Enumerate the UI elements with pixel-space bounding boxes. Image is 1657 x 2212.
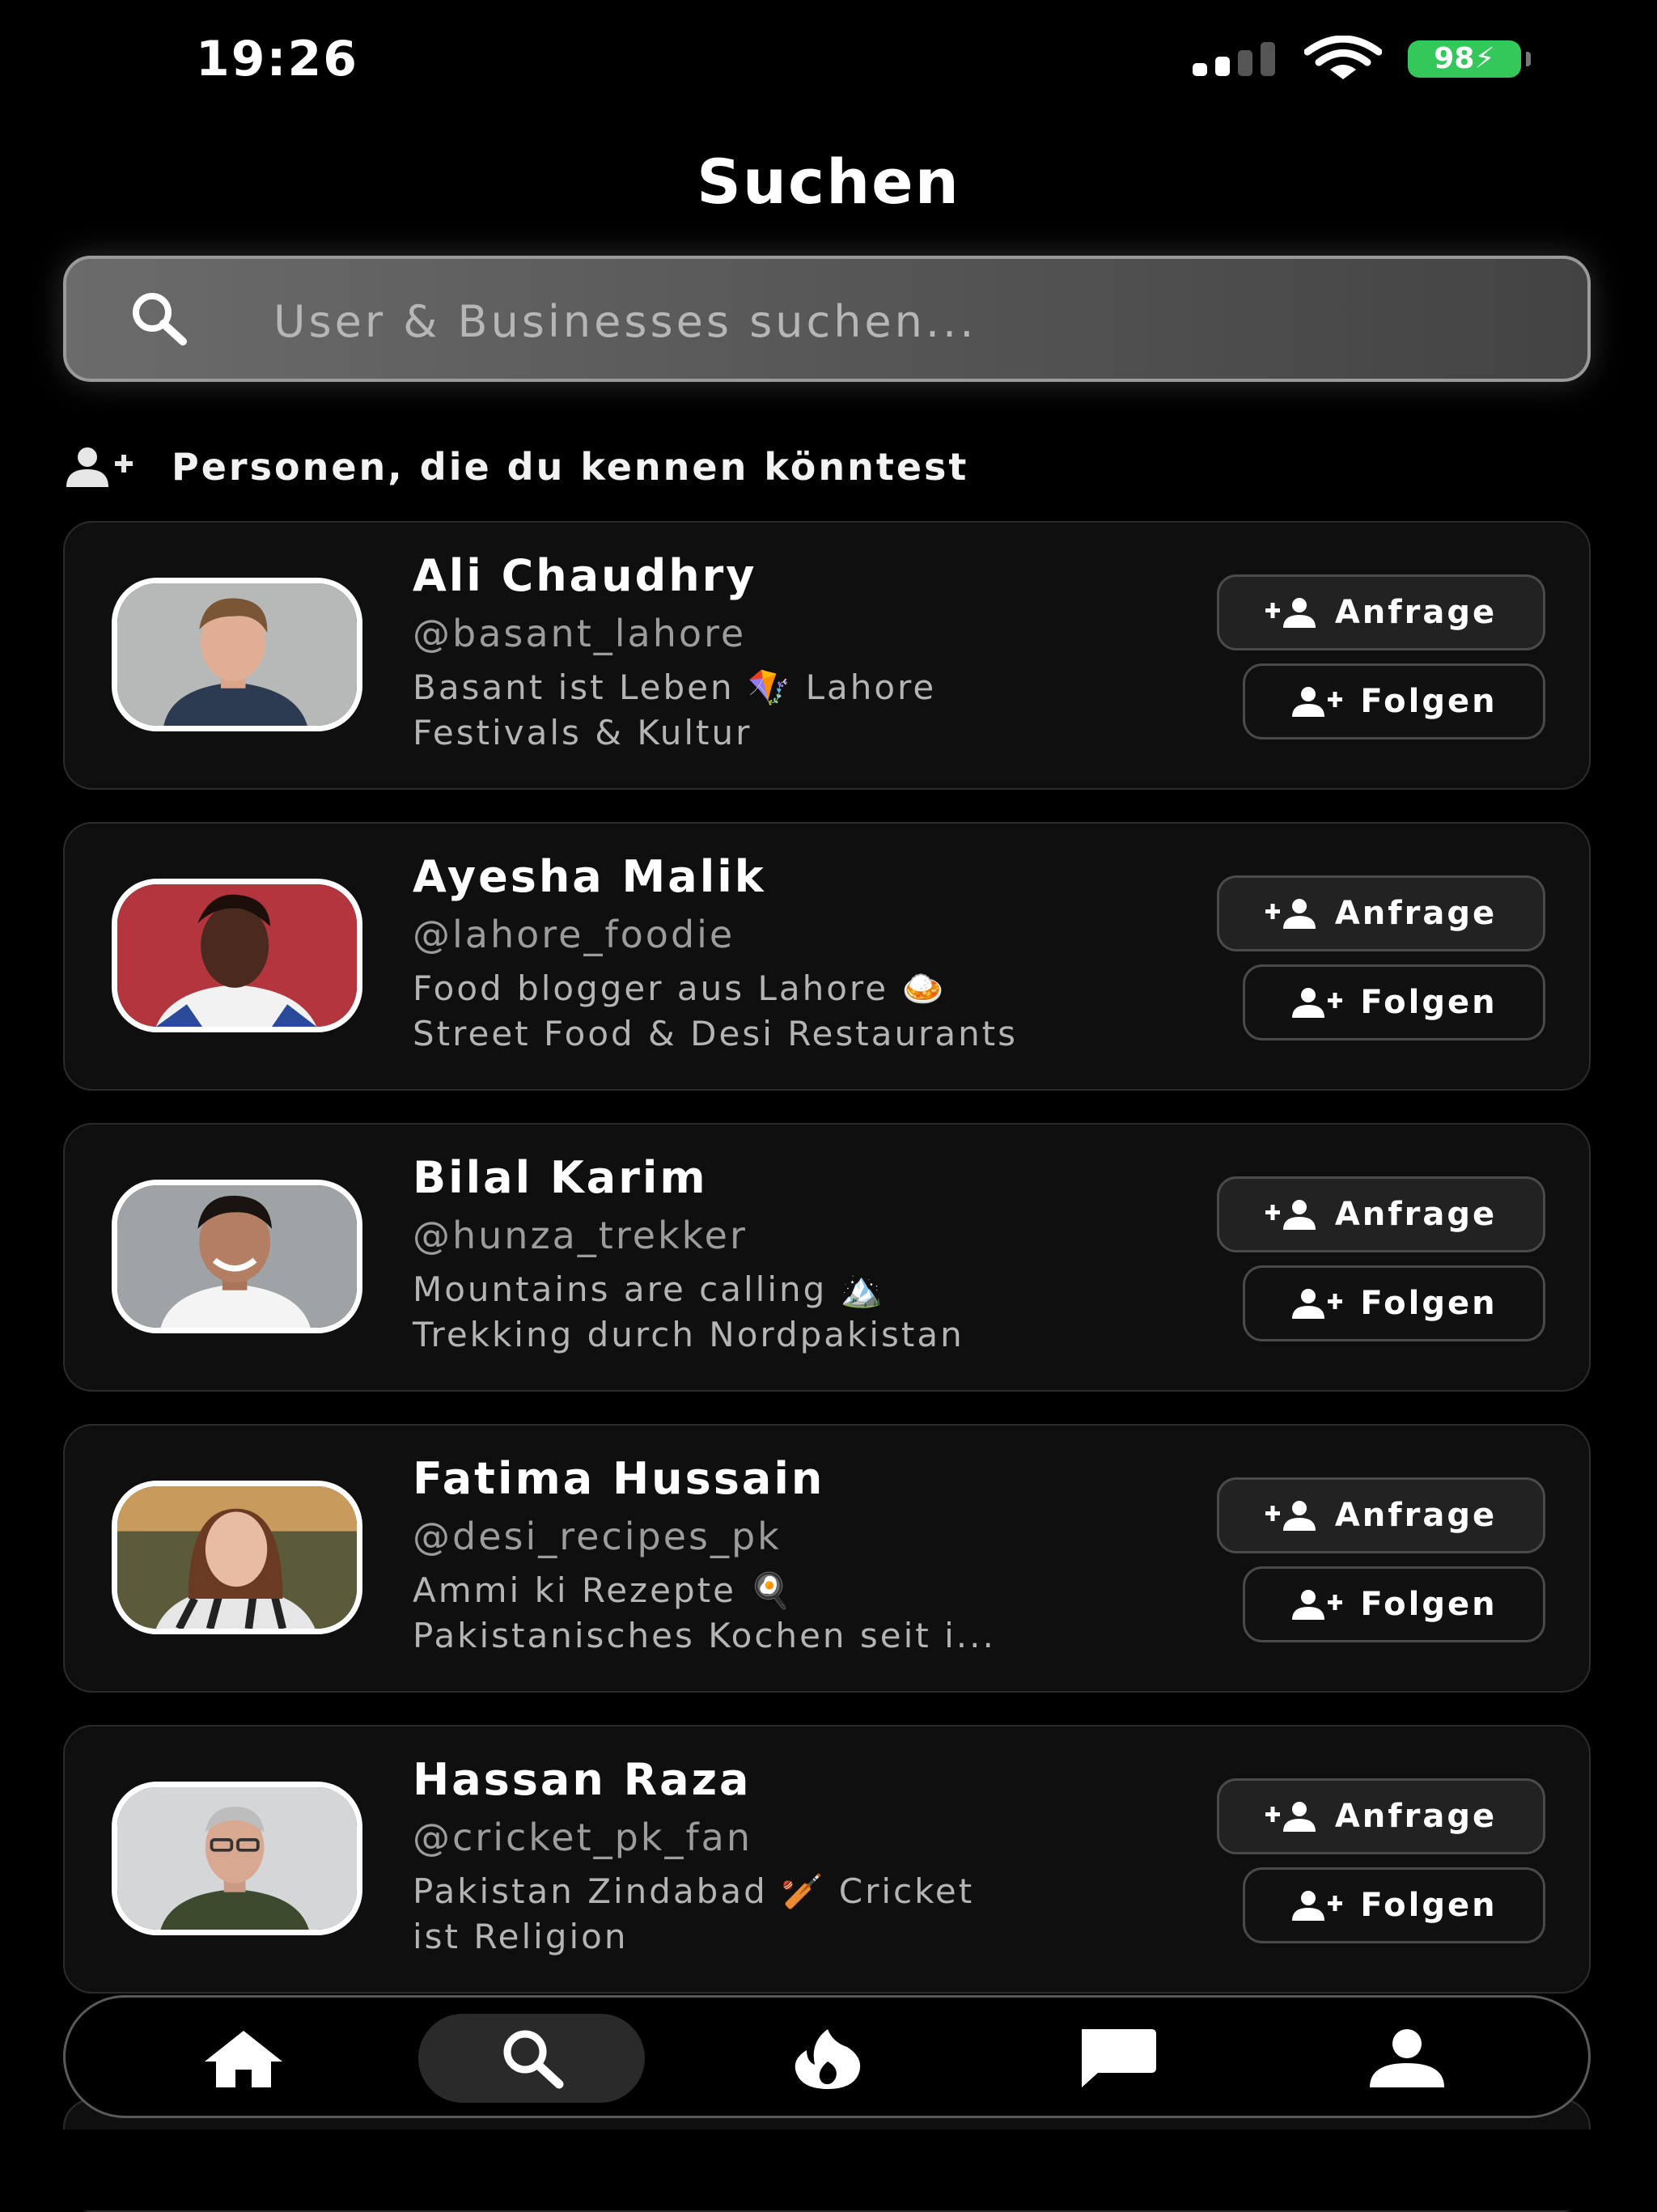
profile-icon <box>1370 2029 1444 2087</box>
user-bio: Food blogger aus Lahore 🍛 Street Food & … <box>413 968 1019 1053</box>
follow-label: Folgen <box>1360 683 1498 720</box>
avatar[interactable] <box>112 1782 362 1935</box>
follow-label: Folgen <box>1360 1586 1498 1623</box>
request-button[interactable]: Anfrage <box>1217 1778 1545 1854</box>
user-handle: @lahore_foodie <box>413 913 735 956</box>
request-label: Anfrage <box>1334 594 1498 631</box>
user-handle: @cricket_pk_fan <box>413 1816 752 1859</box>
suggestions-header: Personen, die du kennen könntest <box>63 443 1519 492</box>
tab-profile[interactable] <box>1294 2014 1520 2103</box>
user-name[interactable]: Hassan Raza <box>413 1754 752 1805</box>
follow-label: Folgen <box>1360 1285 1498 1322</box>
user-bio: Ammi ki Rezepte 🍳 Pakistanisches Kochen … <box>413 1570 996 1655</box>
request-label: Anfrage <box>1334 895 1498 932</box>
follow-button[interactable]: Folgen <box>1243 1265 1545 1341</box>
follow-button[interactable]: Folgen <box>1243 663 1545 739</box>
follow-person-icon <box>1292 1289 1343 1319</box>
user-card[interactable]: Bilal Karim @hunza_trekker Mountains are… <box>63 1123 1591 1392</box>
home-icon <box>205 2031 282 2087</box>
tab-messages[interactable] <box>1002 2014 1229 2103</box>
avatar[interactable] <box>112 879 362 1032</box>
add-person-icon <box>66 447 133 487</box>
follow-person-icon <box>1292 1590 1343 1620</box>
user-handle: @desi_recipes_pk <box>413 1515 782 1558</box>
battery-level: 98⚡ <box>1408 40 1521 78</box>
user-name[interactable]: Ayesha Malik <box>413 851 766 902</box>
search-icon <box>133 293 187 345</box>
section-title: Personen, die du kennen könntest <box>172 445 969 489</box>
add-person-icon <box>1265 1501 1316 1531</box>
follow-label: Folgen <box>1360 1887 1498 1924</box>
avatar[interactable] <box>112 1180 362 1333</box>
follow-button[interactable]: Folgen <box>1243 964 1545 1040</box>
request-button[interactable]: Anfrage <box>1217 574 1545 650</box>
flame-icon <box>795 2029 861 2089</box>
user-name[interactable]: Ali Chaudhry <box>413 550 757 601</box>
bottom-tab-bar <box>63 1995 1591 2118</box>
add-person-icon <box>1265 1200 1316 1230</box>
add-person-icon <box>1265 1802 1316 1832</box>
status-bar: 19:26 98⚡ <box>0 0 1657 121</box>
avatar[interactable] <box>112 1481 362 1634</box>
page-title: Suchen <box>697 146 960 218</box>
request-button[interactable]: Anfrage <box>1217 1176 1545 1252</box>
user-bio: Pakistan Zindabad 🏏 Cricket ist Religion <box>413 1871 975 1956</box>
user-handle: @hunza_trekker <box>413 1214 748 1257</box>
wifi-icon <box>1304 36 1382 79</box>
user-bio: Basant ist Leben 🪁 Lahore Festivals & Ku… <box>413 667 937 752</box>
user-bio: Mountains are calling 🏔️ Trekking durch … <box>413 1269 964 1354</box>
battery-tip <box>1526 52 1531 66</box>
follow-person-icon <box>1292 687 1343 717</box>
user-name[interactable]: Bilal Karim <box>413 1152 708 1203</box>
cellular-signal-icon <box>1193 42 1278 76</box>
user-card[interactable]: Ali Chaudhry @basant_lahore Basant ist L… <box>63 521 1591 790</box>
user-handle: @basant_lahore <box>413 612 747 655</box>
tab-home[interactable] <box>130 2014 357 2103</box>
user-card[interactable]: Fatima Hussain @desi_recipes_pk Ammi ki … <box>63 1424 1591 1693</box>
tab-discover[interactable] <box>714 2014 941 2103</box>
avatar[interactable] <box>112 578 362 731</box>
search-input[interactable] <box>272 278 1537 364</box>
request-label: Anfrage <box>1334 1798 1498 1835</box>
add-person-icon <box>1265 598 1316 628</box>
home-indicator-area <box>0 2129 1657 2210</box>
chat-icon <box>1082 2029 1156 2087</box>
request-button[interactable]: Anfrage <box>1217 1477 1545 1553</box>
request-label: Anfrage <box>1334 1497 1498 1534</box>
follow-button[interactable]: Folgen <box>1243 1867 1545 1943</box>
follow-label: Folgen <box>1360 984 1498 1021</box>
status-time: 19:26 <box>196 31 358 87</box>
user-card[interactable]: Ayesha Malik @lahore_foodie Food blogger… <box>63 822 1591 1091</box>
request-label: Anfrage <box>1334 1196 1498 1233</box>
tab-search[interactable] <box>418 2014 645 2103</box>
user-card[interactable]: Hassan Raza @cricket_pk_fan Pakistan Zin… <box>63 1725 1591 1994</box>
request-button[interactable]: Anfrage <box>1217 875 1545 951</box>
user-name[interactable]: Fatima Hussain <box>413 1453 824 1504</box>
search-bar[interactable] <box>63 256 1591 382</box>
search-icon <box>503 2030 564 2089</box>
follow-person-icon <box>1292 988 1343 1018</box>
follow-button[interactable]: Folgen <box>1243 1566 1545 1642</box>
follow-person-icon <box>1292 1891 1343 1921</box>
add-person-icon <box>1265 899 1316 929</box>
